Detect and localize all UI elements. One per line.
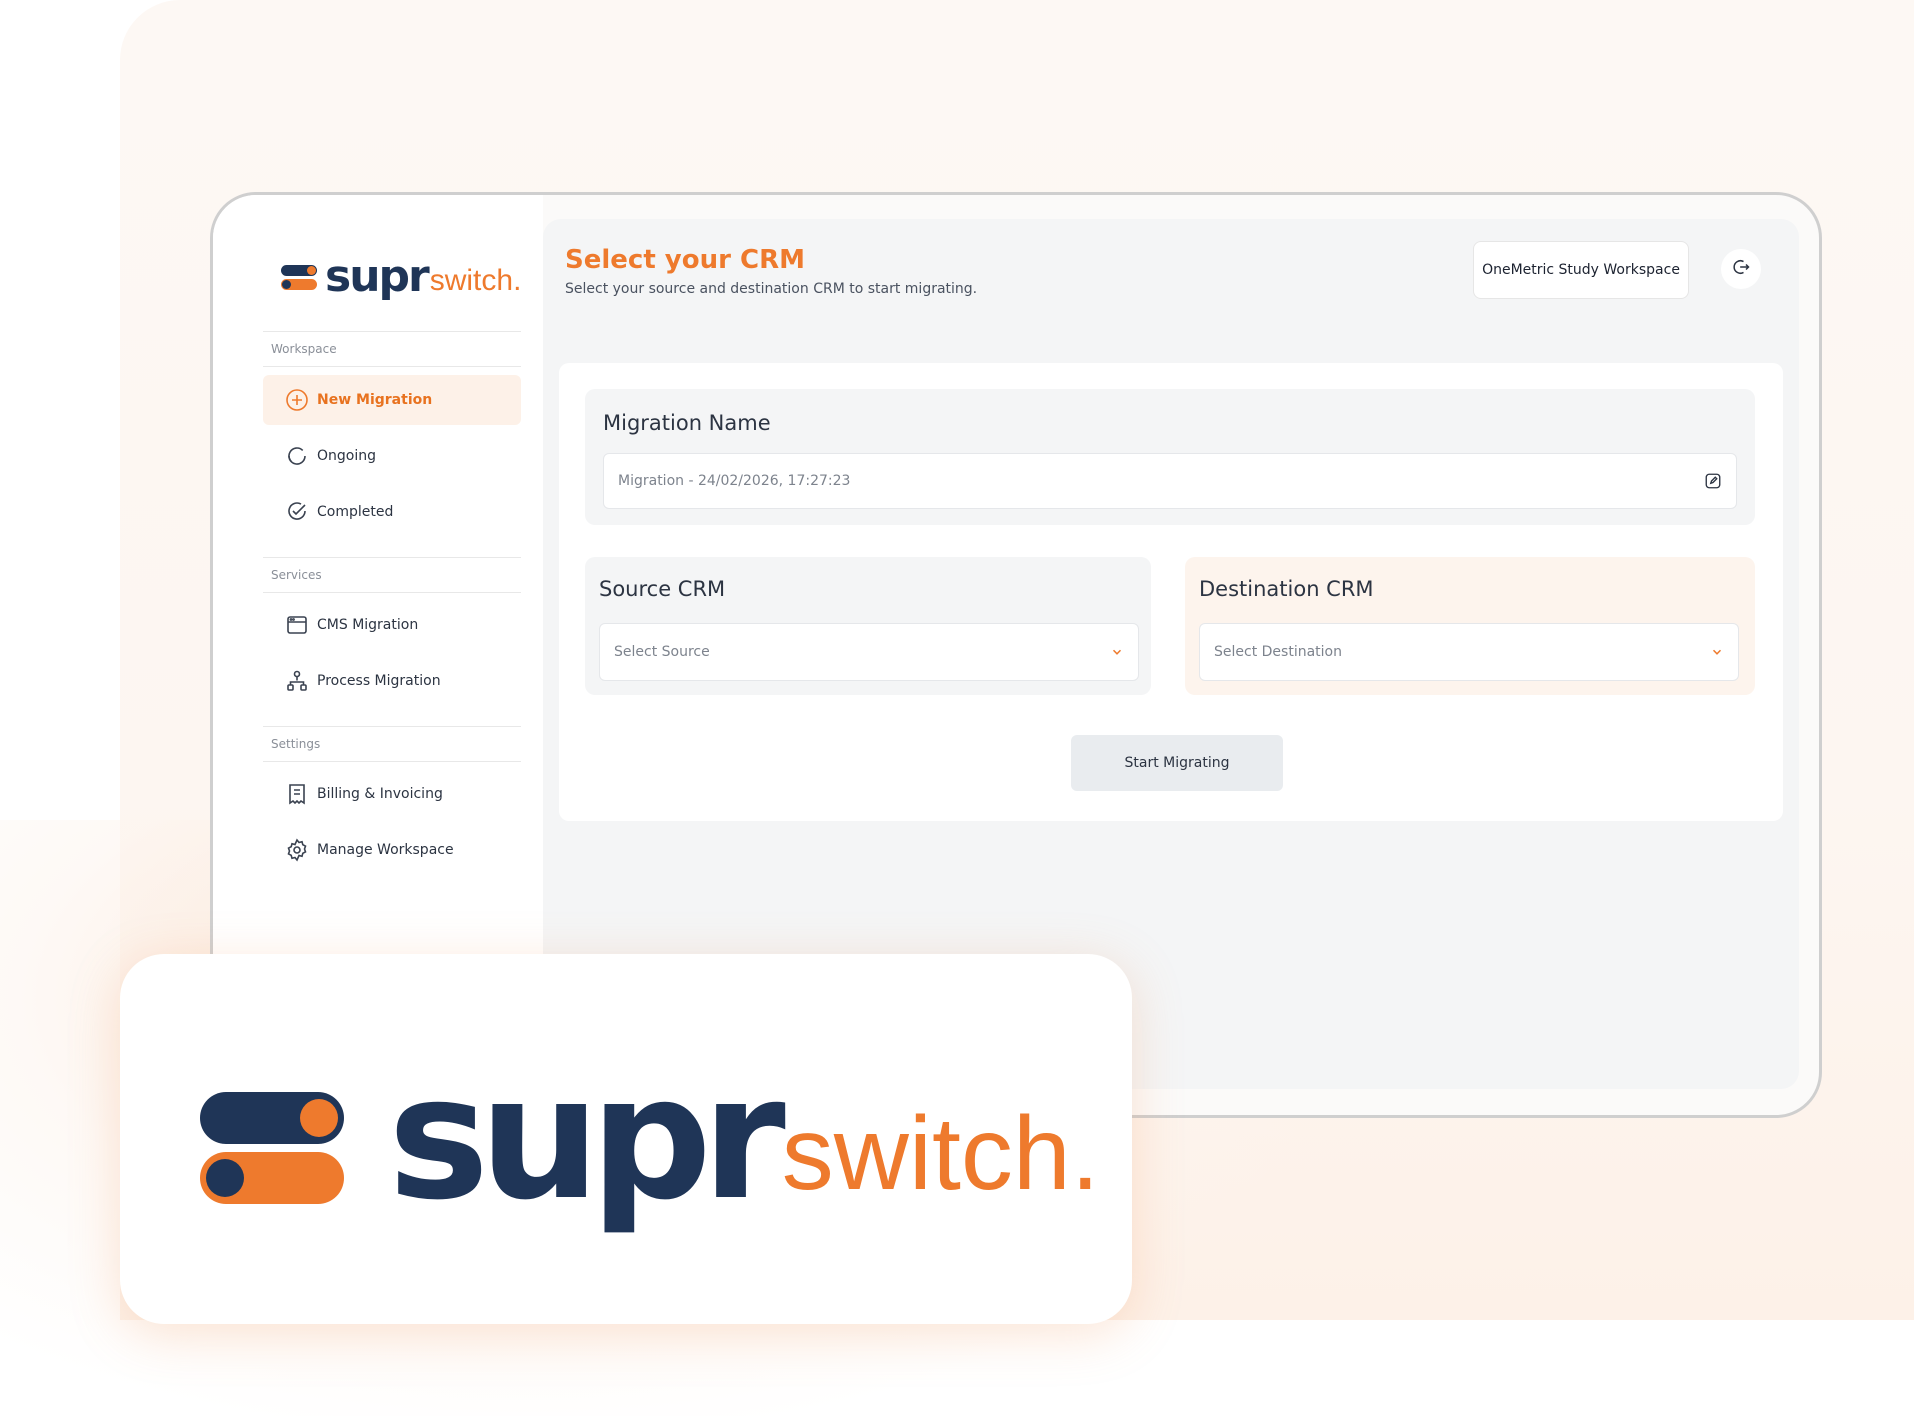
sidebar-item-billing[interactable]: Billing & Invoicing: [263, 769, 521, 819]
migration-name-input[interactable]: Migration - 24/02/2026, 17:27:23: [603, 453, 1737, 509]
start-migrating-button[interactable]: Start Migrating: [1071, 735, 1283, 791]
source-crm-select[interactable]: Select Source: [599, 623, 1139, 681]
wordmark-switch: switch.: [781, 1096, 1100, 1212]
brand-logo-card: supr switch.: [120, 954, 1132, 1324]
sidebar-item-label: Billing & Invoicing: [317, 786, 443, 802]
destination-crm-select[interactable]: Select Destination: [1199, 623, 1739, 681]
sidebar-item-cms-migration[interactable]: CMS Migration: [263, 600, 521, 650]
toggle-logo-icon: [200, 1092, 344, 1206]
destination-crm-placeholder: Select Destination: [1214, 644, 1342, 660]
source-crm-label: Source CRM: [599, 577, 726, 601]
brand-wordmark: supr switch.: [388, 1054, 1100, 1224]
sidebar-item-new-migration[interactable]: New Migration: [263, 375, 521, 425]
sidebar-item-label: Manage Workspace: [317, 842, 454, 858]
wordmark-supr: supr: [388, 1040, 786, 1238]
sidebar-item-label: Completed: [317, 504, 394, 520]
sidebar-logo[interactable]: supr switch.: [281, 255, 521, 299]
chevron-down-icon: [1110, 645, 1124, 659]
sidebar-item-label: Ongoing: [317, 448, 376, 464]
receipt-icon: [285, 782, 309, 806]
refresh-icon: [285, 444, 309, 468]
section-label-settings: Settings: [263, 726, 521, 762]
plus-circle-icon: [285, 388, 309, 412]
sidebar-item-label: CMS Migration: [317, 617, 419, 633]
toggle-logo-icon: [281, 265, 317, 291]
gear-icon: [285, 838, 309, 862]
migration-name-label: Migration Name: [603, 411, 771, 435]
check-circle-icon: [285, 500, 309, 524]
section-label-workspace: Workspace: [263, 331, 521, 367]
source-crm-panel: Source CRM Select Source: [585, 557, 1151, 695]
workspace-selector-button[interactable]: OneMetric Study Workspace: [1473, 241, 1689, 299]
logout-button[interactable]: [1721, 249, 1761, 289]
migration-name-panel: Migration Name Migration - 24/02/2026, 1…: [585, 389, 1755, 525]
migration-form-card: Migration Name Migration - 24/02/2026, 1…: [559, 363, 1783, 821]
sidebar-item-process-migration[interactable]: Process Migration: [263, 656, 521, 706]
browser-window-icon: [285, 613, 309, 637]
migration-name-value: Migration - 24/02/2026, 17:27:23: [618, 473, 851, 489]
logo-switch-text: switch.: [429, 264, 522, 297]
sidebar-item-completed[interactable]: Completed: [263, 487, 521, 537]
sidebar-item-manage-workspace[interactable]: Manage Workspace: [263, 825, 521, 875]
destination-crm-panel: Destination CRM Select Destination: [1185, 557, 1755, 695]
chevron-down-icon: [1710, 645, 1724, 659]
logo-supr-text: supr: [325, 251, 430, 302]
section-label-services: Services: [263, 557, 521, 593]
logout-icon: [1731, 257, 1751, 281]
flow-chart-icon: [285, 669, 309, 693]
sidebar-item-label: New Migration: [317, 392, 433, 408]
destination-crm-label: Destination CRM: [1199, 577, 1374, 601]
page-subtitle: Select your source and destination CRM t…: [565, 281, 978, 297]
edit-icon[interactable]: [1704, 472, 1722, 490]
sidebar-item-ongoing[interactable]: Ongoing: [263, 431, 521, 481]
source-crm-placeholder: Select Source: [614, 644, 710, 660]
page-title: Select your CRM: [565, 245, 805, 275]
sidebar-item-label: Process Migration: [317, 673, 441, 689]
